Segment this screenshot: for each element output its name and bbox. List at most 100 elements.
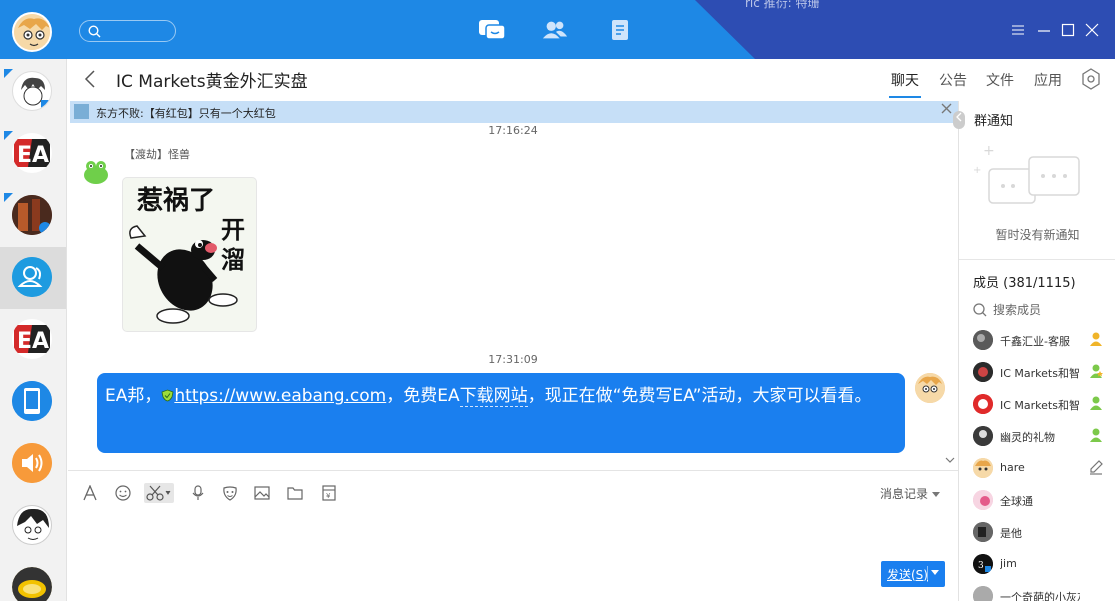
caret-down-icon	[931, 570, 939, 575]
sender-avatar[interactable]	[82, 157, 110, 185]
unread-corner-marker	[4, 193, 13, 202]
contacts-icon	[542, 21, 568, 39]
message-keyword[interactable]: 下载网站	[459, 386, 528, 407]
session-item-photo[interactable]	[0, 185, 66, 247]
tab-announcement[interactable]: 公告	[939, 70, 967, 90]
unread-dot	[43, 14, 50, 21]
font-button[interactable]	[80, 483, 100, 503]
minimize-button[interactable]	[1036, 22, 1052, 38]
sticker-message[interactable]: 惹祸了 开 溜	[122, 177, 257, 332]
member-item[interactable]: 是他	[973, 522, 1113, 546]
member-item[interactable]: 幽灵的礼物	[973, 426, 1113, 450]
edit-icon[interactable]	[1088, 459, 1104, 475]
send-label: 发送(S)	[887, 567, 928, 582]
my-avatar[interactable]	[12, 12, 52, 52]
session-avatar	[12, 71, 52, 111]
member-item[interactable]: 千鑫汇业-客服	[973, 330, 1113, 354]
member-name: 是他	[1000, 527, 1022, 540]
phone-icon	[12, 381, 52, 421]
close-button[interactable]	[1084, 22, 1100, 38]
mole-cartoon-image	[129, 225, 238, 324]
voice-button[interactable]	[188, 483, 208, 503]
tab-docs[interactable]	[606, 17, 634, 43]
session-item-speaker[interactable]	[0, 433, 66, 495]
session-item-anime[interactable]	[0, 495, 66, 557]
member-item[interactable]: 3 jim	[973, 554, 1113, 578]
svg-text:+: +	[973, 165, 981, 176]
magic-expression-button[interactable]	[220, 483, 240, 503]
search-input[interactable]	[79, 20, 176, 42]
send-options-button[interactable]	[931, 564, 939, 579]
member-item[interactable]: hare	[973, 458, 1113, 482]
screenshot-button[interactable]	[144, 483, 174, 503]
message-timestamp: 17:16:24	[488, 124, 538, 137]
emoji-button[interactable]	[113, 483, 133, 503]
member-item[interactable]: IC Markets和智	[973, 394, 1113, 418]
document-icon	[612, 20, 628, 40]
chevron-left-icon	[84, 70, 95, 88]
session-item-group[interactable]	[0, 247, 66, 309]
tab-contacts[interactable]	[541, 17, 569, 43]
menu-button[interactable]	[1010, 22, 1026, 38]
maximize-button[interactable]	[1060, 22, 1076, 38]
member-search-input[interactable]: 搜索成员	[973, 301, 1041, 318]
tab-chat[interactable]: 聊天	[889, 70, 921, 98]
member-avatar	[973, 490, 993, 510]
background-ghost-text: ric 推衍: 特珊	[745, 0, 820, 10]
image-button[interactable]	[252, 483, 272, 503]
chat-header: IC Markets黄金外汇实盘 聊天 公告 文件 应用	[68, 59, 1115, 100]
message-composer[interactable]: ¥ 消息记录 发送(S)	[68, 470, 958, 601]
folder-icon	[287, 487, 303, 500]
session-avatar	[12, 505, 52, 545]
message-link[interactable]: https://www.eabang.com	[174, 386, 386, 406]
member-avatar	[973, 330, 993, 350]
session-item-ea[interactable]: EA	[0, 123, 66, 185]
svg-text:EA: EA	[17, 329, 49, 354]
group-notice-title: 群通知	[974, 114, 1014, 129]
admin-icon	[1090, 396, 1102, 410]
svg-text:3: 3	[978, 561, 984, 571]
panel-collapse-button[interactable]	[953, 111, 965, 129]
member-avatar	[973, 586, 993, 601]
member-item[interactable]: 一个奇葩的小灰灰	[973, 586, 1113, 601]
chat-title: IC Markets黄金外汇实盘	[116, 72, 308, 92]
red-packet-notice-bar[interactable]: 东方不败:【有红包】只有一个大红包	[70, 101, 958, 123]
member-avatar: 3	[973, 554, 993, 574]
scroll-to-bottom-button[interactable]	[945, 456, 955, 467]
message-list[interactable]: 17:16:24 【渡劫】怪兽 惹祸了 开 溜 17:31:09 EA邦， htt…	[68, 123, 958, 470]
notice-thumbnail	[74, 104, 89, 119]
member-name: IC Markets和智	[1000, 399, 1080, 412]
notice-close-button[interactable]	[941, 103, 952, 118]
send-button[interactable]: 发送(S)	[881, 561, 945, 587]
group-settings-button[interactable]	[1081, 68, 1101, 93]
session-item-phone[interactable]	[0, 371, 66, 433]
session-avatar	[12, 567, 52, 601]
speaker-icon	[12, 443, 52, 483]
member-name: 一个奇葩的小灰灰	[1000, 591, 1080, 601]
member-name: jim	[1000, 557, 1017, 570]
session-item-ea-2[interactable]: EA	[0, 309, 66, 371]
shield-safe-icon	[161, 389, 174, 402]
back-button[interactable]	[84, 69, 96, 92]
member-name: 千鑫汇业-客服	[1000, 335, 1070, 348]
red-envelope-button[interactable]: ¥	[319, 483, 339, 503]
group-icon	[12, 257, 52, 297]
message-bubble-self[interactable]: EA邦， https://www.eabang.com，免费EA下载网站，现正在做…	[97, 373, 905, 453]
ea-logo-icon: EA	[12, 319, 52, 359]
message-text: EA邦，	[105, 386, 162, 406]
member-item[interactable]: 全球通	[973, 490, 1113, 514]
admin-star-icon	[1090, 364, 1103, 378]
message-history-button[interactable]: 消息记录	[880, 485, 940, 502]
member-item[interactable]: IC Markets和智	[973, 362, 1113, 386]
session-item-lemon[interactable]	[0, 557, 66, 601]
chevron-left-icon	[956, 112, 962, 122]
self-avatar[interactable]	[915, 373, 945, 403]
message-text: ，现正在做“免费写EA”活动，大家可以看看。	[527, 386, 872, 406]
session-avatar	[12, 195, 52, 235]
tab-apps[interactable]: 应用	[1034, 70, 1062, 90]
file-button[interactable]	[285, 483, 305, 503]
tab-files[interactable]: 文件	[986, 70, 1014, 90]
session-item-manga[interactable]	[0, 61, 66, 123]
tab-messages[interactable]	[478, 17, 506, 43]
send-divider	[927, 566, 928, 582]
